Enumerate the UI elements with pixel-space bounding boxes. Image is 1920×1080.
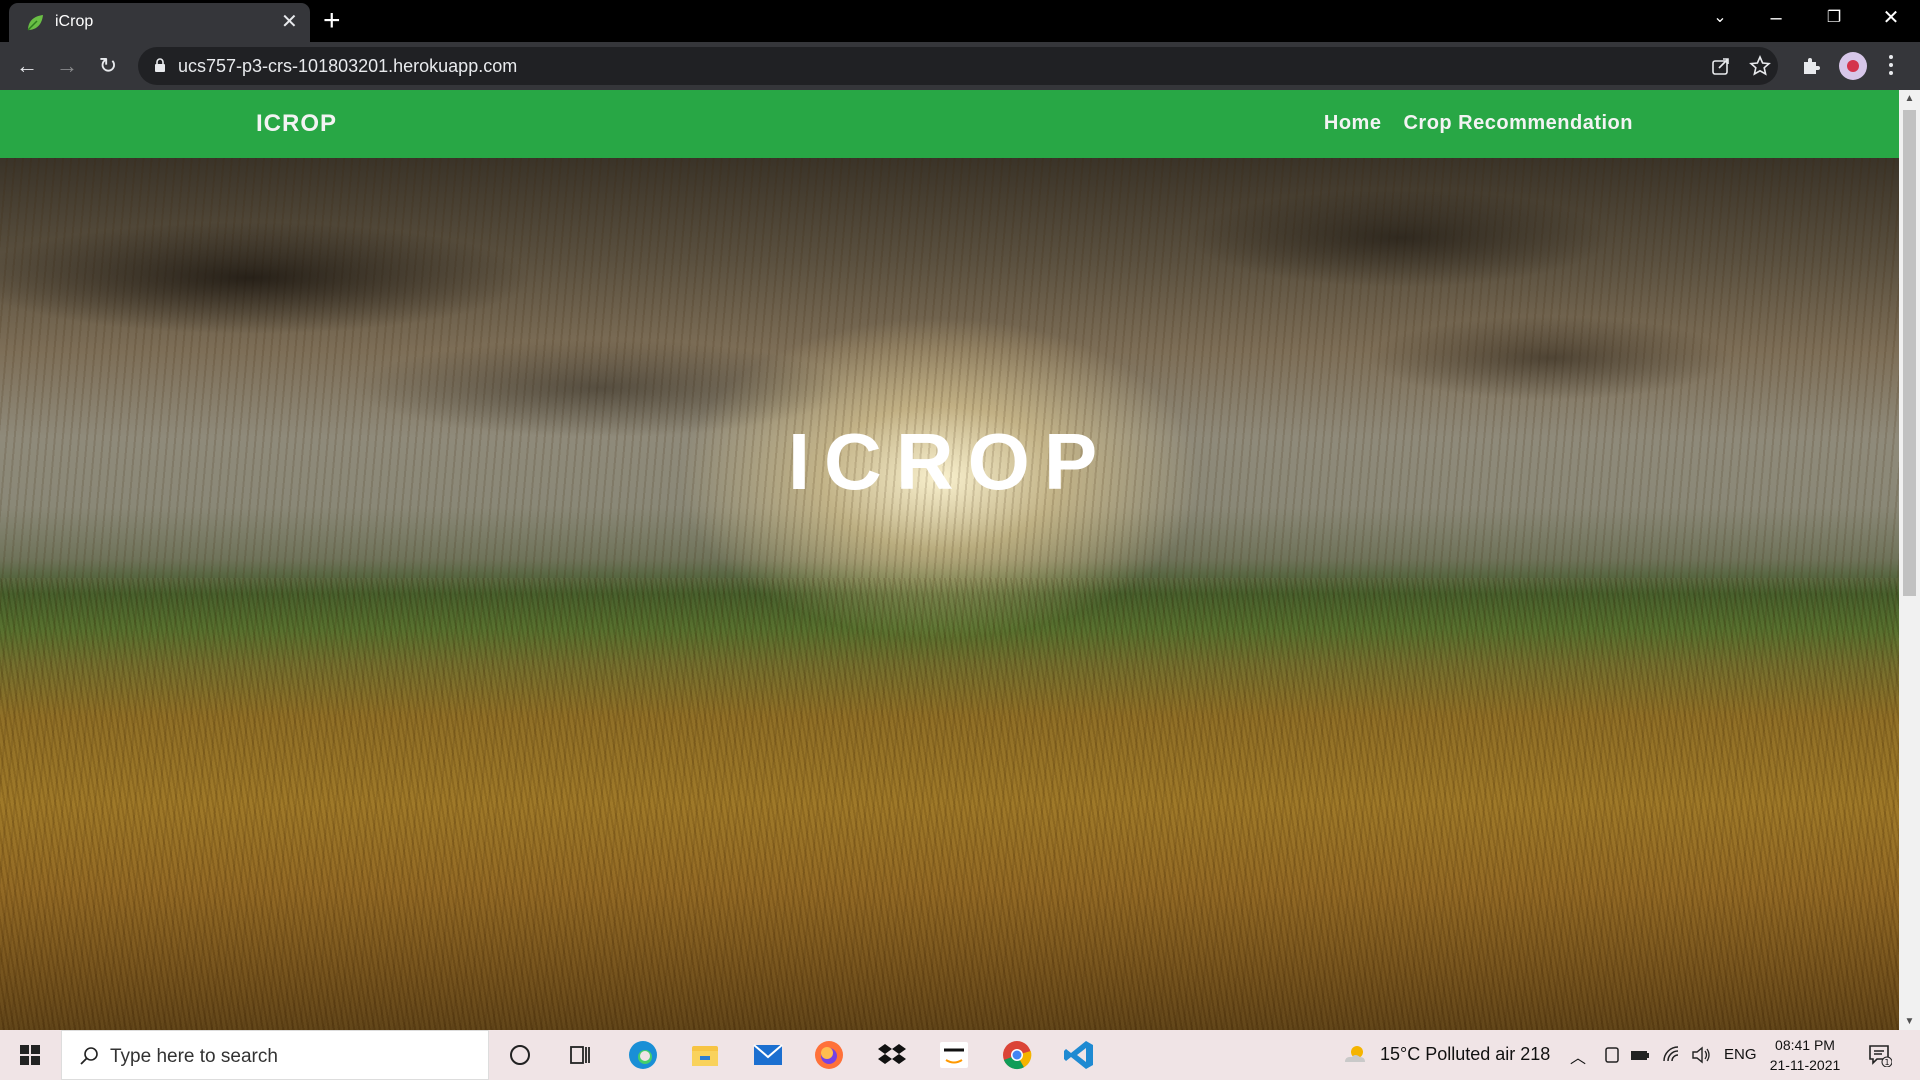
site-brand[interactable]: ICROP: [256, 110, 337, 138]
search-placeholder: Type here to search: [110, 1046, 278, 1067]
amazon-shopping-icon[interactable]: [937, 1038, 971, 1072]
notification-center-icon[interactable]: 1: [1868, 1043, 1892, 1067]
close-window-icon[interactable]: ✕: [1876, 6, 1906, 30]
lock-icon: [155, 58, 165, 72]
nav-links: Home Crop Recommendation: [1324, 112, 1633, 135]
url-text: ucs757-p3-crs-101803201.herokuapp.com: [178, 56, 518, 76]
site-navbar: ICROP Home Crop Recommendation: [0, 90, 1899, 158]
back-icon[interactable]: ←: [13, 52, 41, 80]
language-indicator[interactable]: ENG: [1724, 1046, 1757, 1063]
page-viewport: ICROP Home Crop Recommendation ICROP: [0, 90, 1899, 1030]
firefox-icon[interactable]: [812, 1038, 846, 1072]
leaf-favicon-icon: [27, 15, 43, 31]
nav-link-home[interactable]: Home: [1324, 112, 1382, 135]
restore-icon[interactable]: ❐: [1819, 6, 1849, 30]
chrome-icon[interactable]: [1000, 1038, 1034, 1072]
taskbar-search-input[interactable]: Type here to search: [61, 1030, 489, 1080]
show-hidden-icons-chevron-icon[interactable]: ︿: [1570, 1044, 1586, 1068]
cortana-icon[interactable]: [503, 1038, 537, 1072]
dropbox-icon[interactable]: [875, 1038, 909, 1072]
share-icon[interactable]: [1710, 55, 1732, 77]
profile-avatar[interactable]: [1839, 52, 1867, 80]
scroll-down-icon[interactable]: ▼: [1899, 1013, 1920, 1030]
hero-banner: ICROP: [0, 158, 1899, 1030]
wifi-icon[interactable]: [1662, 1045, 1682, 1065]
tab-search-chevron-icon[interactable]: ⌄: [1705, 6, 1735, 30]
address-bar[interactable]: ucs757-p3-crs-101803201.herokuapp.com: [138, 47, 1778, 85]
browser-menu-icon[interactable]: [1888, 53, 1894, 77]
file-explorer-icon[interactable]: [688, 1038, 722, 1072]
clock-date: 21-11-2021: [1769, 1057, 1841, 1073]
windows-start-icon[interactable]: [20, 1045, 40, 1065]
clock-time: 08:41 PM: [1775, 1037, 1835, 1053]
hero-title: ICROP: [787, 417, 1112, 506]
new-tab-icon[interactable]: +: [323, 6, 341, 36]
battery-icon[interactable]: [1630, 1045, 1650, 1065]
browser-toolbar: ← → ↻ ucs757-p3-crs-101803201.herokuapp.…: [0, 42, 1920, 90]
reload-icon[interactable]: ↻: [94, 52, 122, 80]
weather-text[interactable]: 15°C Polluted air 218: [1380, 1044, 1550, 1065]
vscode-icon[interactable]: [1062, 1038, 1096, 1072]
taskbar-clock[interactable]: 08:41 PM 21-11-2021: [1765, 1035, 1845, 1075]
scroll-up-icon[interactable]: ▲: [1899, 90, 1920, 107]
nav-link-crop-recommendation[interactable]: Crop Recommendation: [1403, 112, 1633, 135]
forward-icon[interactable]: →: [53, 52, 81, 80]
scroll-thumb[interactable]: [1903, 110, 1916, 596]
extensions-puzzle-icon[interactable]: [1800, 54, 1824, 78]
notification-count: 1: [1884, 1058, 1889, 1067]
browser-tab[interactable]: iCrop ✕: [9, 3, 310, 42]
page-scrollbar[interactable]: ▲ ▼: [1899, 90, 1920, 1030]
tab-title: iCrop: [55, 13, 94, 30]
search-icon: [80, 1047, 98, 1065]
tab-close-icon[interactable]: ✕: [281, 12, 298, 32]
windows-taskbar: Type here to search 15°C Polluted air 21…: [0, 1030, 1920, 1080]
task-view-icon[interactable]: [563, 1038, 597, 1072]
weather-icon[interactable]: [1342, 1042, 1368, 1068]
bookmark-star-icon[interactable]: [1749, 55, 1771, 77]
mail-icon[interactable]: [751, 1038, 785, 1072]
minimize-icon[interactable]: –: [1761, 6, 1791, 30]
browser-tab-strip: iCrop ✕ + ⌄ – ❐ ✕: [0, 0, 1920, 42]
edge-browser-icon[interactable]: [626, 1038, 660, 1072]
volume-icon[interactable]: [1691, 1045, 1711, 1065]
device-icon[interactable]: [1602, 1045, 1622, 1065]
